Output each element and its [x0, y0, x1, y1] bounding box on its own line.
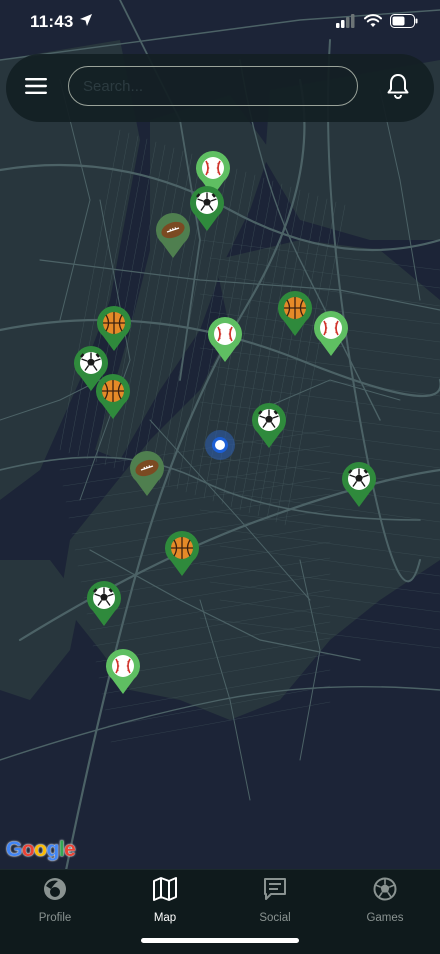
bell-icon: [386, 73, 410, 104]
status-bar: 11:43: [0, 0, 440, 48]
soccer-ball-icon: [372, 876, 398, 907]
chat-icon: [262, 876, 288, 907]
google-logo-text: Google: [6, 838, 76, 861]
soccer-ball-icon: [87, 581, 121, 626]
status-icons: [336, 14, 418, 33]
hamburger-menu-icon: [25, 77, 47, 100]
map-marker-soccer[interactable]: [340, 461, 378, 509]
soccer-ball-icon: [342, 462, 376, 507]
map-marker-basketball[interactable]: [94, 373, 132, 421]
wifi-icon: [364, 14, 382, 33]
menu-button[interactable]: [20, 72, 52, 104]
google-logo: Google: [6, 838, 76, 862]
signal-icon: [336, 14, 356, 33]
search-input[interactable]: [69, 67, 357, 105]
map-marker-soccer[interactable]: [250, 402, 288, 450]
map-marker-baseball[interactable]: [104, 648, 142, 696]
search-box[interactable]: [68, 66, 358, 106]
baseball-icon: [314, 311, 348, 356]
basketball-icon: [165, 531, 199, 576]
basketball-icon: [96, 374, 130, 419]
user-location-indicator: [205, 430, 235, 460]
profile-icon: [42, 876, 68, 907]
map-marker-basketball[interactable]: [276, 290, 314, 338]
football-icon: [130, 451, 164, 496]
baseball-icon: [208, 317, 242, 362]
map-marker-football[interactable]: [128, 450, 166, 498]
map-marker-basketball[interactable]: [163, 530, 201, 578]
nav-label-social: Social: [259, 912, 291, 924]
top-toolbar: [6, 54, 434, 122]
football-icon: [156, 213, 190, 258]
baseball-icon: [106, 649, 140, 694]
location-arrow-icon: [79, 12, 93, 32]
map-marker-soccer[interactable]: [85, 580, 123, 628]
nav-item-map[interactable]: Map: [115, 876, 215, 928]
map-marker-baseball[interactable]: [206, 316, 244, 364]
nav-label-games: Games: [366, 912, 404, 924]
map-marker-football[interactable]: [154, 212, 192, 260]
notifications-button[interactable]: [382, 72, 414, 104]
soccer-ball-icon: [252, 403, 286, 448]
home-indicator: [141, 938, 299, 943]
basketball-icon: [278, 291, 312, 336]
status-time-text: 11:43: [30, 12, 74, 31]
nav-label-map: Map: [153, 912, 177, 924]
nav-item-profile[interactable]: Profile: [5, 876, 105, 928]
map-marker-baseball[interactable]: [312, 310, 350, 358]
status-time: 11:43: [30, 12, 93, 32]
nav-label-profile: Profile: [38, 912, 72, 924]
soccer-ball-icon: [190, 186, 224, 231]
battery-icon: [390, 14, 418, 33]
map-marker-soccer[interactable]: [188, 185, 226, 233]
user-location-dot: [212, 437, 228, 453]
nav-item-social[interactable]: Social: [225, 876, 325, 928]
map-icon: [152, 876, 178, 907]
nav-item-games[interactable]: Games: [335, 876, 435, 928]
